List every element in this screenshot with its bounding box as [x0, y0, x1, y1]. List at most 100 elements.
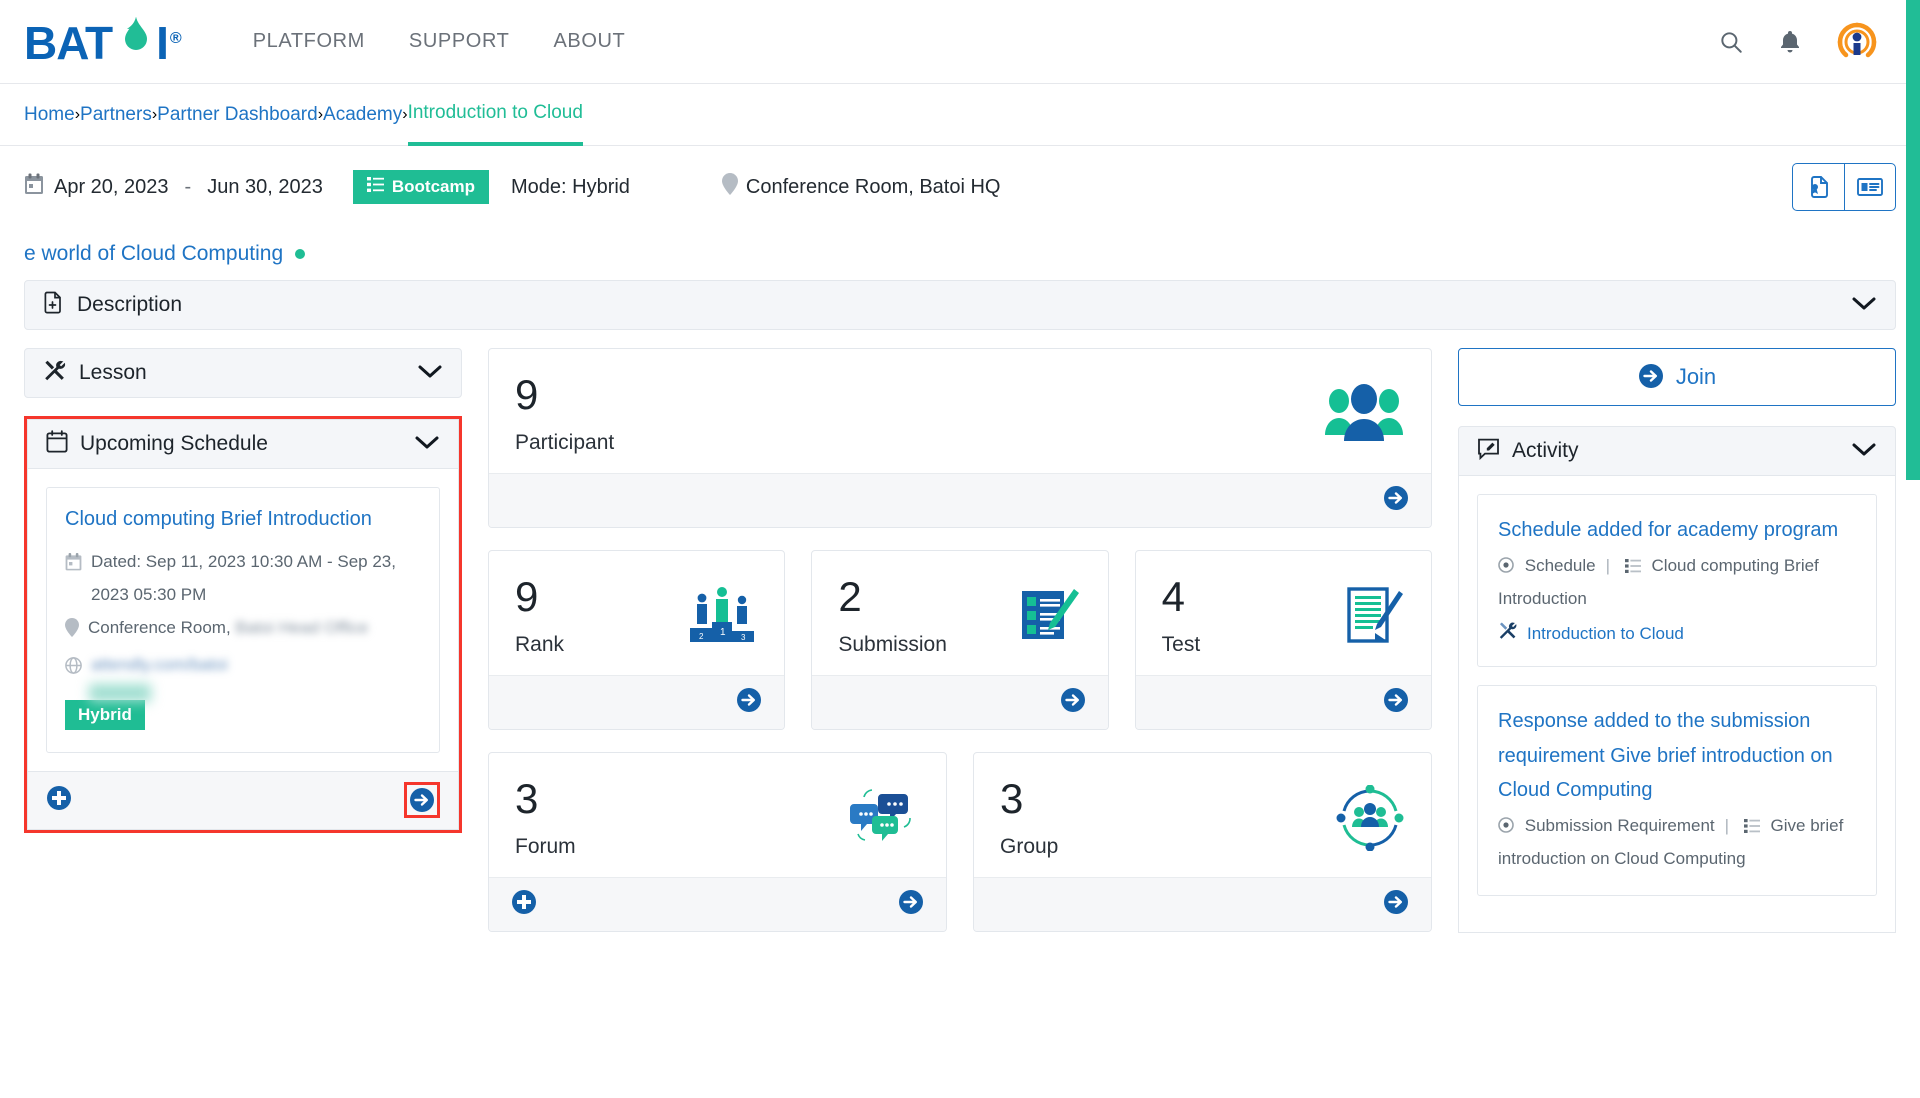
- lesson-accordion-header[interactable]: Lesson: [24, 348, 462, 398]
- stat-card-body: 3 Group: [974, 753, 1431, 877]
- forum-count: 3: [515, 775, 539, 823]
- stat-card-body: 4 Test: [1136, 551, 1431, 675]
- stat-card-participant[interactable]: 9 Participant: [488, 348, 1432, 529]
- join-button[interactable]: Join: [1458, 348, 1896, 406]
- batoi-logo[interactable]: BAT I ®: [24, 13, 182, 70]
- left-column: Lesson Upcoming Schedule Cloud computing…: [24, 348, 462, 833]
- test-count: 4: [1161, 573, 1186, 621]
- news-card-icon[interactable]: [1844, 163, 1896, 211]
- participant-go-button[interactable]: [1383, 485, 1409, 516]
- submission-go-button[interactable]: [1060, 687, 1086, 718]
- nav-item-platform[interactable]: PLATFORM: [253, 30, 365, 53]
- program-location: Conference Room, Batoi HQ: [721, 173, 1000, 201]
- page-scrollbar-thumb[interactable]: [1906, 0, 1920, 480]
- breadcrumb-item-academy[interactable]: Academy: [323, 84, 402, 146]
- avatar[interactable]: [1836, 21, 1878, 63]
- test-go-button[interactable]: [1383, 687, 1409, 718]
- list-icon: [1620, 558, 1645, 577]
- stat-text: 3 Group: [1000, 777, 1058, 859]
- chevron-down-icon[interactable]: [1851, 441, 1877, 462]
- activity-meta-divider: |: [1605, 556, 1611, 576]
- upcoming-schedule-body: Cloud computing Brief Introduction Dated…: [27, 469, 459, 772]
- forum-art-icon: [844, 786, 920, 850]
- certificate-icon[interactable]: [1792, 163, 1844, 211]
- submission-label: Submission: [838, 633, 947, 657]
- svg-text:2: 2: [699, 632, 704, 641]
- view-all-schedules-button[interactable]: [404, 782, 440, 819]
- calendar-icon: [46, 430, 68, 458]
- svg-text:1: 1: [720, 627, 726, 638]
- group-count: 3: [1000, 775, 1024, 823]
- activity-item-title[interactable]: Response added to the submission require…: [1498, 704, 1856, 807]
- upcoming-schedule-title: Upcoming Schedule: [80, 432, 268, 455]
- participants-art-icon: [1323, 383, 1405, 445]
- forum-go-button[interactable]: [898, 889, 924, 920]
- stat-card-body: 3 Forum: [489, 753, 946, 877]
- breadcrumb-link-introduction-to-cloud[interactable]: Introduction to Cloud: [408, 102, 583, 124]
- program-meta-bar: Apr 20, 2023 - Jun 30, 2023 Bootcamp Mod…: [0, 146, 1920, 228]
- page-scrollbar[interactable]: [1906, 0, 1920, 1098]
- activity-item-title[interactable]: Schedule added for academy program: [1498, 513, 1856, 547]
- breadcrumb-link-academy[interactable]: Academy: [323, 104, 402, 126]
- breadcrumb-item-home[interactable]: Home: [24, 84, 75, 146]
- calendar-icon: [24, 173, 44, 201]
- schedule-item-url: attendly.com/batoi: [65, 648, 421, 685]
- breadcrumb-link-home[interactable]: Home: [24, 104, 75, 126]
- stat-card-test[interactable]: 4 Test: [1134, 550, 1432, 731]
- breadcrumb-item-partners[interactable]: Partners: [80, 84, 152, 146]
- breadcrumb-item-partner-dashboard[interactable]: Partner Dashboard: [157, 84, 318, 146]
- stat-text: 3 Forum: [515, 777, 576, 859]
- breadcrumb-item-introduction-to-cloud[interactable]: Introduction to Cloud: [407, 84, 583, 146]
- radio-dot-icon: [1498, 817, 1519, 837]
- stat-card-submission[interactable]: 2 Submission: [811, 550, 1109, 731]
- forum-add-button[interactable]: [511, 889, 537, 920]
- chevron-down-icon[interactable]: [417, 363, 443, 384]
- chevron-down-icon[interactable]: [414, 434, 440, 455]
- submission-art-icon: [1018, 585, 1082, 647]
- main-menu: PLATFORM SUPPORT ABOUT: [253, 30, 626, 53]
- chevron-down-icon[interactable]: [1851, 295, 1877, 316]
- stat-text: 2 Submission: [838, 574, 947, 657]
- top-navigation-bar: BAT I ® PLATFORM SUPPORT ABOUT: [0, 0, 1920, 84]
- schedule-location-prefix: Conference Room,: [88, 618, 231, 638]
- stat-card-body: 9 Participant: [489, 349, 1431, 473]
- breadcrumb-link-partner-dashboard[interactable]: Partner Dashboard: [157, 104, 318, 126]
- breadcrumb-link-partners[interactable]: Partners: [80, 104, 152, 126]
- add-schedule-button[interactable]: [46, 785, 72, 816]
- description-accordion-header[interactable]: Description: [24, 280, 1896, 330]
- nav-item-about[interactable]: ABOUT: [553, 30, 625, 53]
- bell-icon[interactable]: [1778, 29, 1802, 55]
- activity-item: Response added to the submission require…: [1477, 685, 1877, 897]
- activity-title: Activity: [1512, 439, 1579, 462]
- activity-item-program-link[interactable]: Introduction to Cloud: [1498, 621, 1684, 646]
- schedule-url-redacted[interactable]: attendly.com/batoi: [91, 648, 228, 681]
- participant-label: Participant: [515, 431, 615, 455]
- program-start-date: Apr 20, 2023: [54, 175, 169, 198]
- test-label: Test: [1161, 633, 1201, 657]
- description-panel: Description: [0, 280, 1920, 330]
- rank-go-button[interactable]: [736, 687, 762, 718]
- main-columns: Lesson Upcoming Schedule Cloud computing…: [0, 348, 1920, 954]
- search-icon[interactable]: [1718, 29, 1744, 55]
- stat-text: 9 Participant: [515, 372, 615, 455]
- stat-card-forum[interactable]: 3 Forum: [488, 752, 947, 933]
- activity-accordion-header[interactable]: Activity: [1458, 426, 1896, 476]
- stats-column: 9 Participant 9 Rank 1 2 3 2 Submission …: [488, 348, 1432, 954]
- activity-item-meta: Submission Requirement | Give brief intro…: [1498, 811, 1856, 875]
- schedule-location-redacted: Batoi Head Office: [235, 611, 368, 644]
- activity-list: Schedule added for academy program Sched…: [1458, 476, 1896, 934]
- program-mode: Mode: Hybrid: [510, 175, 630, 198]
- group-go-button[interactable]: [1383, 889, 1409, 920]
- stat-card-footer: [489, 473, 1431, 528]
- upcoming-schedule-accordion-header[interactable]: Upcoming Schedule: [27, 419, 459, 469]
- forum-label: Forum: [515, 835, 576, 859]
- schedule-item-title[interactable]: Cloud computing Brief Introduction: [65, 508, 421, 531]
- stat-card-rank[interactable]: 9 Rank 1 2 3: [488, 550, 786, 731]
- logo-registered-mark: ®: [169, 30, 182, 47]
- stat-card-footer: [974, 877, 1431, 932]
- status-dot-icon: [295, 249, 306, 259]
- stat-card-group[interactable]: 3 Group: [973, 752, 1432, 933]
- program-subtitle-row: e world of Cloud Computing: [0, 228, 1920, 280]
- test-art-icon: [1341, 585, 1405, 647]
- nav-item-support[interactable]: SUPPORT: [409, 30, 510, 53]
